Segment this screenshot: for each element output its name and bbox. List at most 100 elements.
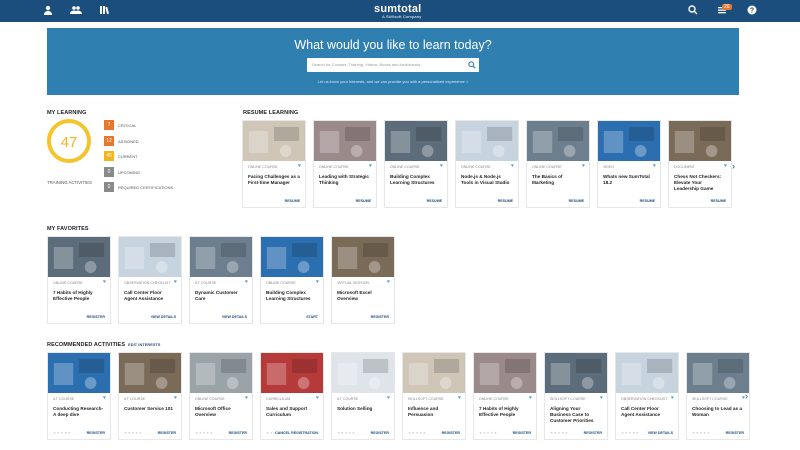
course-title[interactable]: Influence and Persuasion <box>408 406 460 418</box>
course-title[interactable]: Solution Selling <box>337 406 389 412</box>
course-title[interactable]: Microsoft Excel Overview <box>337 290 389 302</box>
heart-icon[interactable]: ♥ <box>387 395 390 401</box>
favorite-card[interactable]: VIRTUAL SESSION ♥ Microsoft Excel Overview… <box>331 236 395 324</box>
search-box[interactable]: Search for Courses, Training, Videos, Bo… <box>307 58 479 72</box>
course-action-link[interactable]: VIEW DETAILS <box>222 315 247 319</box>
course-thumbnail[interactable] <box>332 353 394 393</box>
learning-stat[interactable]: 0 REQUIRED CERTIFICATIONS <box>104 182 224 192</box>
favorite-card[interactable]: ONLINE COURSE ♥ Building Complex Learning … <box>260 236 324 324</box>
recommended-card[interactable]: ILT COURSE ♥ Conducting Research-A deep di… <box>47 352 111 440</box>
course-title[interactable]: 7 Habits of Highly Effective People <box>53 290 105 302</box>
course-thumbnail[interactable] <box>261 237 323 277</box>
learning-stat[interactable]: 7 CRITICAL <box>104 120 224 130</box>
course-thumbnail[interactable] <box>243 121 305 161</box>
recommended-card[interactable]: OBSERVATION CHECKLIST ♥ Call Center Floor … <box>615 352 679 440</box>
course-action-link[interactable]: RESUME <box>427 199 442 203</box>
course-title[interactable]: Microsoft Office Overview <box>195 406 247 418</box>
course-action-link[interactable]: REGISTER <box>87 431 105 435</box>
resume-card[interactable]: ONLINE COURSE ♥ Facing Challenges as a Fir… <box>242 120 306 208</box>
course-action-link[interactable]: RESUME <box>285 199 300 203</box>
library-icon[interactable] <box>99 5 111 17</box>
course-title[interactable]: Facing Challenges as a First-time Manage… <box>248 174 300 186</box>
course-title[interactable]: Call Center Floor Agent Assistance <box>124 290 176 302</box>
help-icon[interactable]: ? <box>746 5 758 17</box>
course-action-link[interactable]: REGISTER <box>371 315 389 319</box>
recommended-card[interactable]: SKILLSOFT COURSE ♥ Choosing to Lead as a W… <box>686 352 750 440</box>
course-action-link[interactable]: REGISTER <box>442 431 460 435</box>
course-thumbnail[interactable] <box>598 121 660 161</box>
search-button[interactable] <box>465 58 479 72</box>
search-icon[interactable] <box>687 5 699 17</box>
course-thumbnail[interactable] <box>190 237 252 277</box>
heart-icon[interactable]: ♥ <box>440 163 443 169</box>
course-title[interactable]: The Basics of Marketing <box>532 174 584 186</box>
resume-card[interactable]: ONLINE COURSE ♥ Leading with Strategic Thi… <box>313 120 377 208</box>
heart-icon[interactable]: ♥ <box>174 279 177 285</box>
course-action-link[interactable]: VIEW DETAILS <box>151 315 176 319</box>
heart-icon[interactable]: ♥ <box>724 163 727 169</box>
course-action-link[interactable]: RESUME <box>711 199 726 203</box>
recommended-card[interactable]: CURRICULUM ♥ Sales and Support Curriculum ★… <box>260 352 324 440</box>
resume-card[interactable]: VIDEO ♥ Whats new SumTotal 18.2 RESUME <box>597 120 661 208</box>
favorite-card[interactable]: OBSERVATION CHECKLIST ♥ Call Center Floor … <box>118 236 182 324</box>
edit-interests-link[interactable]: EDIT INTERESTS <box>128 343 160 347</box>
course-thumbnail[interactable] <box>403 353 465 393</box>
sumtotal-logo[interactable]: sumtotal A Skillsoft Company <box>374 3 421 19</box>
course-action-link[interactable]: REGISTER <box>158 431 176 435</box>
recommended-card[interactable]: ONLINE COURSE ♥ 7 Habits of Highly Effecti… <box>473 352 537 440</box>
heart-icon[interactable]: ♥ <box>103 395 106 401</box>
learning-stat[interactable]: 0 UPCOMING <box>104 166 224 177</box>
team-icon[interactable] <box>70 5 82 17</box>
course-action-link[interactable]: RESUME <box>356 199 371 203</box>
course-action-link[interactable]: REGISTER <box>513 431 531 435</box>
resume-card[interactable]: ONLINE COURSE ♥ The Basics of Marketing RES… <box>526 120 590 208</box>
course-thumbnail[interactable] <box>385 121 447 161</box>
heart-icon[interactable]: ♥ <box>671 395 674 401</box>
course-action-link[interactable]: RESUME <box>640 199 655 203</box>
learning-stat[interactable]: 46 CURRENT <box>104 151 224 161</box>
course-title[interactable]: Call Center Floor Agent Assistance <box>621 406 673 418</box>
course-thumbnail[interactable] <box>119 237 181 277</box>
resume-card[interactable]: ONLINE COURSE ♥ Building Complex Learning … <box>384 120 448 208</box>
course-title[interactable]: Choosing to Lead as a Woman <box>692 406 744 418</box>
course-title[interactable]: Node.js & Node.js Tools in Visual Studio <box>461 174 513 186</box>
recommended-card[interactable]: SKILLSOFT COURSE ♥ Influence and Persuasio… <box>402 352 466 440</box>
course-title[interactable]: Building Complex Learning Structures <box>390 174 442 186</box>
recommended-card[interactable]: ILT COURSE ♥ Solution Selling ★★★★★ REGISTER <box>331 352 395 440</box>
course-action-link[interactable]: CANCEL REGISTRATION <box>275 431 318 435</box>
course-title[interactable]: Chess Not Checkers: Elevate Your Leaders… <box>674 174 726 192</box>
course-thumbnail[interactable] <box>332 237 394 277</box>
course-thumbnail[interactable] <box>119 353 181 393</box>
interests-link[interactable]: Let us know your Interests, and we can p… <box>47 79 739 84</box>
heart-icon[interactable]: ♥ <box>174 395 177 401</box>
resume-card[interactable]: ONLINE COURSE ♥ Node.js & Node.js Tools in… <box>455 120 519 208</box>
course-thumbnail[interactable] <box>456 121 518 161</box>
heart-icon[interactable]: ♥ <box>387 279 390 285</box>
course-title[interactable]: Customer Service 101 <box>124 406 176 412</box>
resume-next-arrow[interactable]: › <box>732 161 735 171</box>
course-thumbnail[interactable] <box>545 353 607 393</box>
course-thumbnail[interactable] <box>616 353 678 393</box>
heart-icon[interactable]: ♥ <box>316 279 319 285</box>
heart-icon[interactable]: ♥ <box>298 163 301 169</box>
course-action-link[interactable]: START <box>306 315 318 319</box>
course-action-link[interactable]: VIEW DETAILS <box>648 431 673 435</box>
heart-icon[interactable]: ♥ <box>369 163 372 169</box>
heart-icon[interactable]: ♥ <box>245 279 248 285</box>
course-title[interactable]: Aligning Your Business Case to Customer … <box>550 406 602 424</box>
course-action-link[interactable]: REGISTER <box>87 315 105 319</box>
learning-stat[interactable]: 12 ASSIGNED <box>104 135 224 146</box>
course-thumbnail[interactable] <box>190 353 252 393</box>
recommended-next-arrow[interactable]: › <box>745 391 748 401</box>
favorite-card[interactable]: ONLINE COURSE ♥ 7 Habits of Highly Effecti… <box>47 236 111 324</box>
course-thumbnail[interactable] <box>48 353 110 393</box>
course-thumbnail[interactable] <box>261 353 323 393</box>
heart-icon[interactable]: ♥ <box>582 163 585 169</box>
recommended-card[interactable]: SKILLSOFT COURSE ♥ Aligning Your Business … <box>544 352 608 440</box>
heart-icon[interactable]: ♥ <box>103 279 106 285</box>
course-thumbnail[interactable] <box>474 353 536 393</box>
course-title[interactable]: Dynamic Customer Care <box>195 290 247 302</box>
heart-icon[interactable]: ♥ <box>511 163 514 169</box>
course-action-link[interactable]: REGISTER <box>229 431 247 435</box>
course-action-link[interactable]: RESUME <box>569 199 584 203</box>
